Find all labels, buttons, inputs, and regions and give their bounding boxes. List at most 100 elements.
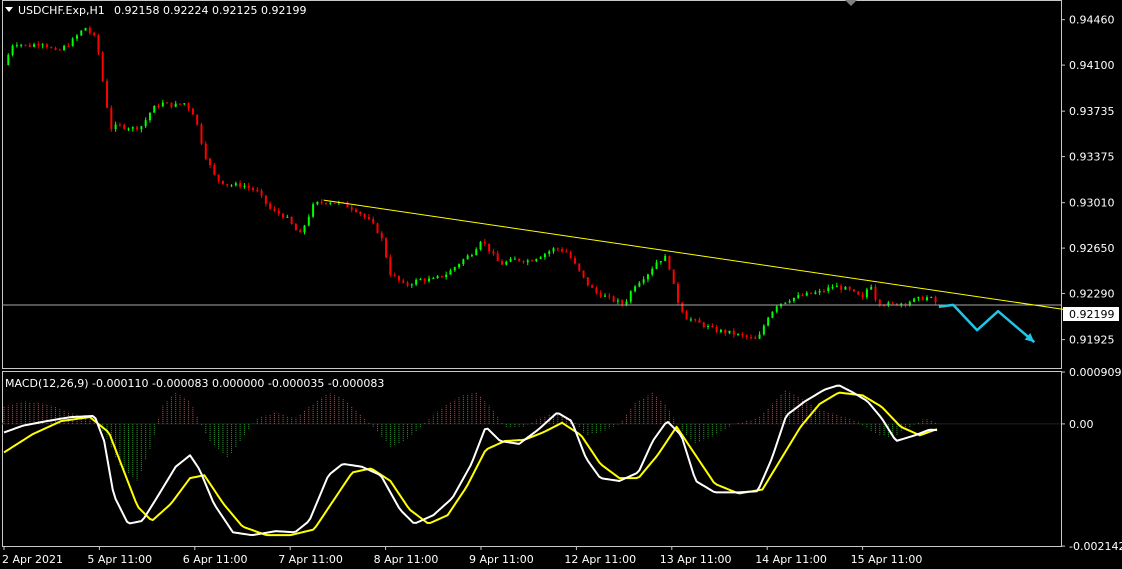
candle[interactable] <box>367 214 370 221</box>
candle[interactable] <box>526 258 529 266</box>
candle[interactable] <box>221 180 224 185</box>
candle[interactable] <box>573 255 576 265</box>
candle[interactable] <box>801 293 804 297</box>
candle[interactable] <box>642 276 645 285</box>
candle[interactable] <box>668 255 671 271</box>
candle[interactable] <box>196 114 199 126</box>
candle[interactable] <box>749 334 752 340</box>
candle[interactable] <box>582 270 585 279</box>
candle[interactable] <box>290 216 293 225</box>
candle[interactable] <box>170 102 173 109</box>
candle[interactable] <box>251 186 254 193</box>
candle[interactable] <box>264 195 267 207</box>
candle[interactable] <box>20 43 23 48</box>
candle[interactable] <box>518 258 521 263</box>
candle[interactable] <box>925 295 928 302</box>
candle[interactable] <box>174 100 177 108</box>
candle[interactable] <box>767 316 770 327</box>
candle[interactable] <box>771 311 774 319</box>
candle[interactable] <box>853 289 856 293</box>
candle[interactable] <box>475 247 478 256</box>
candle[interactable] <box>788 299 791 304</box>
candle[interactable] <box>101 51 104 82</box>
candle[interactable] <box>552 247 555 254</box>
candle[interactable] <box>277 207 280 217</box>
candle[interactable] <box>586 277 589 287</box>
candle[interactable] <box>393 272 396 277</box>
candle[interactable] <box>432 276 435 280</box>
candle[interactable] <box>50 46 53 49</box>
candle[interactable] <box>659 260 662 265</box>
candle[interactable] <box>406 280 409 288</box>
candle[interactable] <box>110 105 113 132</box>
candle[interactable] <box>333 202 336 204</box>
candle[interactable] <box>428 275 431 283</box>
candle[interactable] <box>805 291 808 297</box>
candle[interactable] <box>307 214 310 227</box>
candle[interactable] <box>857 291 860 295</box>
candle[interactable] <box>865 287 868 300</box>
candle[interactable] <box>629 290 632 304</box>
candle[interactable] <box>458 263 461 269</box>
candle[interactable] <box>861 292 864 300</box>
candle[interactable] <box>217 174 220 184</box>
candle[interactable] <box>921 295 924 301</box>
candle[interactable] <box>75 34 78 42</box>
candle[interactable] <box>831 284 834 290</box>
candle[interactable] <box>316 201 319 206</box>
candle[interactable] <box>677 282 680 305</box>
candle[interactable] <box>724 328 727 337</box>
candle[interactable] <box>230 184 233 188</box>
candle[interactable] <box>389 254 392 277</box>
candle[interactable] <box>63 44 66 52</box>
candle[interactable] <box>531 259 534 262</box>
candle[interactable] <box>157 103 160 109</box>
candle[interactable] <box>372 216 375 225</box>
candle[interactable] <box>226 184 229 188</box>
candle[interactable] <box>689 317 692 322</box>
candle[interactable] <box>45 43 48 49</box>
candle[interactable] <box>80 30 83 37</box>
candle[interactable] <box>118 122 121 127</box>
candle[interactable] <box>672 269 675 284</box>
candle[interactable] <box>775 305 778 314</box>
candle[interactable] <box>209 157 212 168</box>
candle[interactable] <box>681 301 684 314</box>
candle[interactable] <box>479 240 482 251</box>
candle[interactable] <box>312 202 315 218</box>
candle[interactable] <box>810 292 813 295</box>
candle[interactable] <box>908 300 911 307</box>
candle[interactable] <box>273 206 276 213</box>
candle[interactable] <box>694 318 697 323</box>
candle[interactable] <box>878 299 881 308</box>
price-plot[interactable] <box>2 25 1068 344</box>
candle[interactable] <box>599 290 602 299</box>
candle[interactable] <box>144 117 147 129</box>
candle[interactable] <box>123 123 126 130</box>
candle[interactable] <box>822 288 825 293</box>
candle[interactable] <box>466 254 469 260</box>
candle[interactable] <box>410 283 413 289</box>
candle[interactable] <box>71 37 74 47</box>
candle[interactable] <box>591 284 594 288</box>
candle[interactable] <box>140 125 143 133</box>
candle[interactable] <box>917 296 920 302</box>
candle[interactable] <box>719 328 722 334</box>
candle[interactable] <box>213 162 216 176</box>
candle[interactable] <box>934 295 937 305</box>
candle[interactable] <box>556 247 559 252</box>
candle[interactable] <box>874 284 877 302</box>
candle[interactable] <box>24 44 27 47</box>
candle[interactable] <box>436 274 439 279</box>
candle[interactable] <box>835 282 838 288</box>
projection-arrow[interactable] <box>938 303 1036 344</box>
candle[interactable] <box>11 44 14 57</box>
candle[interactable] <box>402 278 405 284</box>
candle[interactable] <box>191 108 194 115</box>
candle[interactable] <box>715 324 718 333</box>
candle[interactable] <box>58 48 61 51</box>
macd-plot[interactable] <box>2 384 1061 537</box>
candle[interactable] <box>33 42 36 48</box>
candle[interactable] <box>183 103 186 106</box>
candle[interactable] <box>913 297 916 303</box>
